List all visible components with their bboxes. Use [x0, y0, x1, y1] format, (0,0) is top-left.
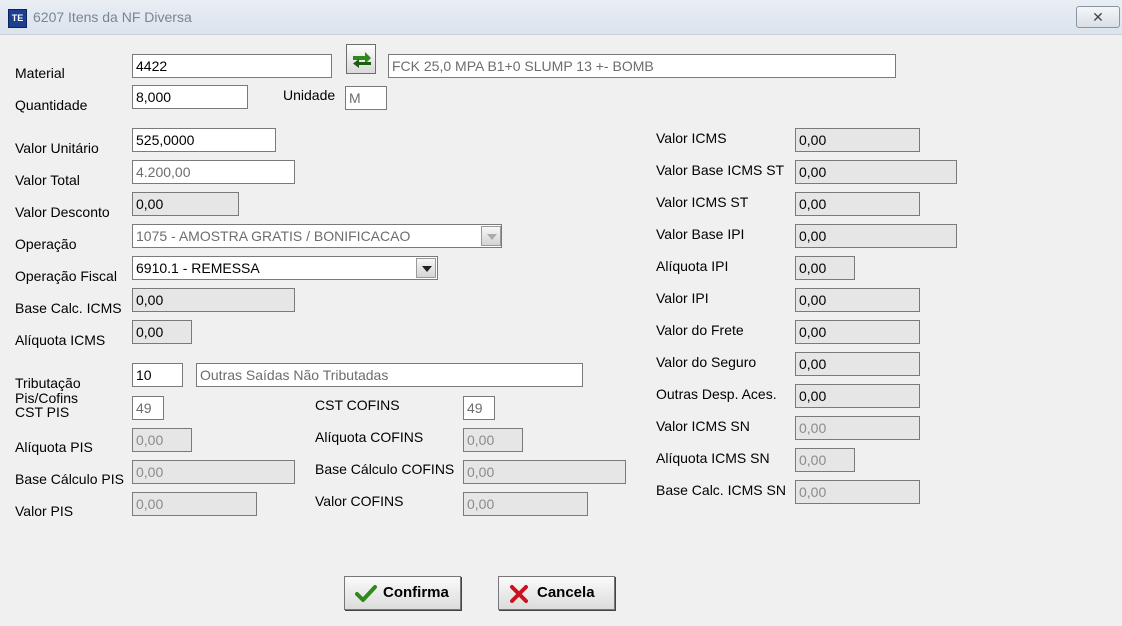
base-calculo-pis-field: 0,00 [132, 460, 295, 484]
valor-total-label: Valor Total [15, 172, 80, 188]
valor-total-field: 4.200,00 [132, 160, 295, 184]
window-title: 6207 Itens da NF Diversa [33, 9, 192, 25]
aliquota-cofins-field: 0,00 [463, 428, 523, 452]
valor-icms-label: Valor ICMS [656, 130, 727, 146]
base-calculo-cofins-label: Base Cálculo COFINS [315, 461, 455, 477]
valor-icms-field: 0,00 [795, 128, 920, 152]
aliquota-icms-sn-label: Alíquota ICMS SN [656, 450, 770, 466]
aliquota-icms-label: Alíquota ICMS [15, 332, 106, 348]
material-label: Material [15, 65, 65, 81]
outras-desp-label: Outras Desp. Aces. [656, 386, 777, 402]
valor-unitario-label: Valor Unitário [15, 140, 99, 156]
valor-ipi-field: 0,00 [795, 288, 920, 312]
material-code-input[interactable]: 4422 [132, 54, 332, 78]
valor-base-icms-st-label: Valor Base ICMS ST [656, 162, 785, 178]
valor-icms-st-label: Valor ICMS ST [656, 194, 749, 210]
cst-pis-field: 49 [132, 396, 164, 420]
valor-base-ipi-field: 0,00 [795, 224, 957, 248]
quantidade-input[interactable]: 8,000 [132, 85, 248, 109]
operacao-dropdown-icon [481, 226, 501, 246]
base-calc-icms-sn-label: Base Calc. ICMS SN [656, 482, 786, 498]
operacao-fiscal-label: Operação Fiscal [15, 268, 117, 284]
pis-cofins-label: Pis/Cofins [15, 390, 79, 406]
valor-ipi-label: Valor IPI [656, 290, 709, 306]
base-calc-icms-label: Base Calc. ICMS [15, 300, 122, 316]
cst-cofins-field: 49 [463, 396, 495, 420]
valor-pis-field: 0,00 [132, 492, 257, 516]
valor-pis-label: Valor PIS [15, 503, 74, 519]
cst-cofins-label: CST COFINS [315, 397, 400, 413]
aliquota-pis-label: Alíquota PIS [15, 439, 93, 455]
app-icon: TE [8, 9, 27, 28]
operacao-select: 1075 - AMOSTRA GRATIS / BONIFICACAO [132, 224, 502, 248]
operacao-fiscal-dropdown-icon[interactable] [416, 258, 436, 278]
confirma-button[interactable]: Confirma [344, 576, 461, 610]
material-description-field: FCK 25,0 MPA B1+0 SLUMP 13 +- BOMB [388, 54, 896, 78]
valor-icms-sn-label: Valor ICMS SN [656, 418, 750, 434]
base-calc-icms-sn-field: 0,00 [795, 480, 920, 504]
unidade-label: Unidade [283, 87, 336, 103]
outras-desp-field: 0,00 [795, 384, 920, 408]
tributacao-description-field: Outras Saídas Não Tributadas [196, 363, 583, 387]
tributacao-code-input[interactable]: 10 [132, 363, 183, 387]
aliquota-cofins-label: Alíquota COFINS [315, 429, 424, 445]
base-calculo-cofins-field: 0,00 [463, 460, 626, 484]
valor-desconto-label: Valor Desconto [15, 204, 110, 220]
valor-frete-field: 0,00 [795, 320, 920, 344]
aliquota-pis-field: 0,00 [132, 428, 192, 452]
tributacao-label: Tributação [15, 375, 81, 391]
cancela-label: Cancela [537, 584, 595, 601]
quantidade-label: Quantidade [15, 97, 88, 113]
valor-unitario-input[interactable]: 525,0000 [132, 128, 276, 152]
valor-seguro-label: Valor do Seguro [656, 354, 757, 370]
checkmark-icon [355, 585, 377, 602]
x-mark-icon [510, 585, 528, 603]
cst-pis-label-text: CST PIS [15, 404, 70, 420]
operacao-label: Operação [15, 236, 77, 252]
title-bar: TE 6207 Itens da NF Diversa ✕ [0, 0, 1122, 35]
valor-cofins-label: Valor COFINS [315, 493, 404, 509]
valor-seguro-field: 0,00 [795, 352, 920, 376]
valor-icms-sn-field: 0,00 [795, 416, 920, 440]
valor-icms-st-field: 0,00 [795, 192, 920, 216]
aliquota-ipi-label: Alíquota IPI [656, 258, 729, 274]
valor-desconto-field: 0,00 [132, 192, 239, 216]
valor-base-ipi-label: Valor Base IPI [656, 226, 745, 242]
close-button[interactable]: ✕ [1076, 6, 1120, 28]
operacao-fiscal-select[interactable]: 6910.1 - REMESSA [132, 256, 438, 280]
aliquota-icms-sn-field: 0,00 [795, 448, 855, 472]
valor-frete-label: Valor do Frete [656, 322, 744, 338]
material-lookup-button[interactable] [346, 44, 376, 74]
cst-pis-label: Pis/Cofins CST PIS [15, 391, 78, 419]
lookup-arrows-icon [353, 52, 371, 68]
confirma-label: Confirma [383, 584, 449, 601]
cancela-button[interactable]: Cancela [498, 576, 615, 610]
unidade-field: M [345, 86, 387, 110]
base-calc-icms-field: 0,00 [132, 288, 295, 312]
valor-cofins-field: 0,00 [463, 492, 588, 516]
aliquota-icms-field: 0,00 [132, 320, 192, 344]
valor-base-icms-st-field: 0,00 [795, 160, 957, 184]
aliquota-ipi-field: 0,00 [795, 256, 855, 280]
base-calculo-pis-label: Base Cálculo PIS [15, 471, 124, 487]
